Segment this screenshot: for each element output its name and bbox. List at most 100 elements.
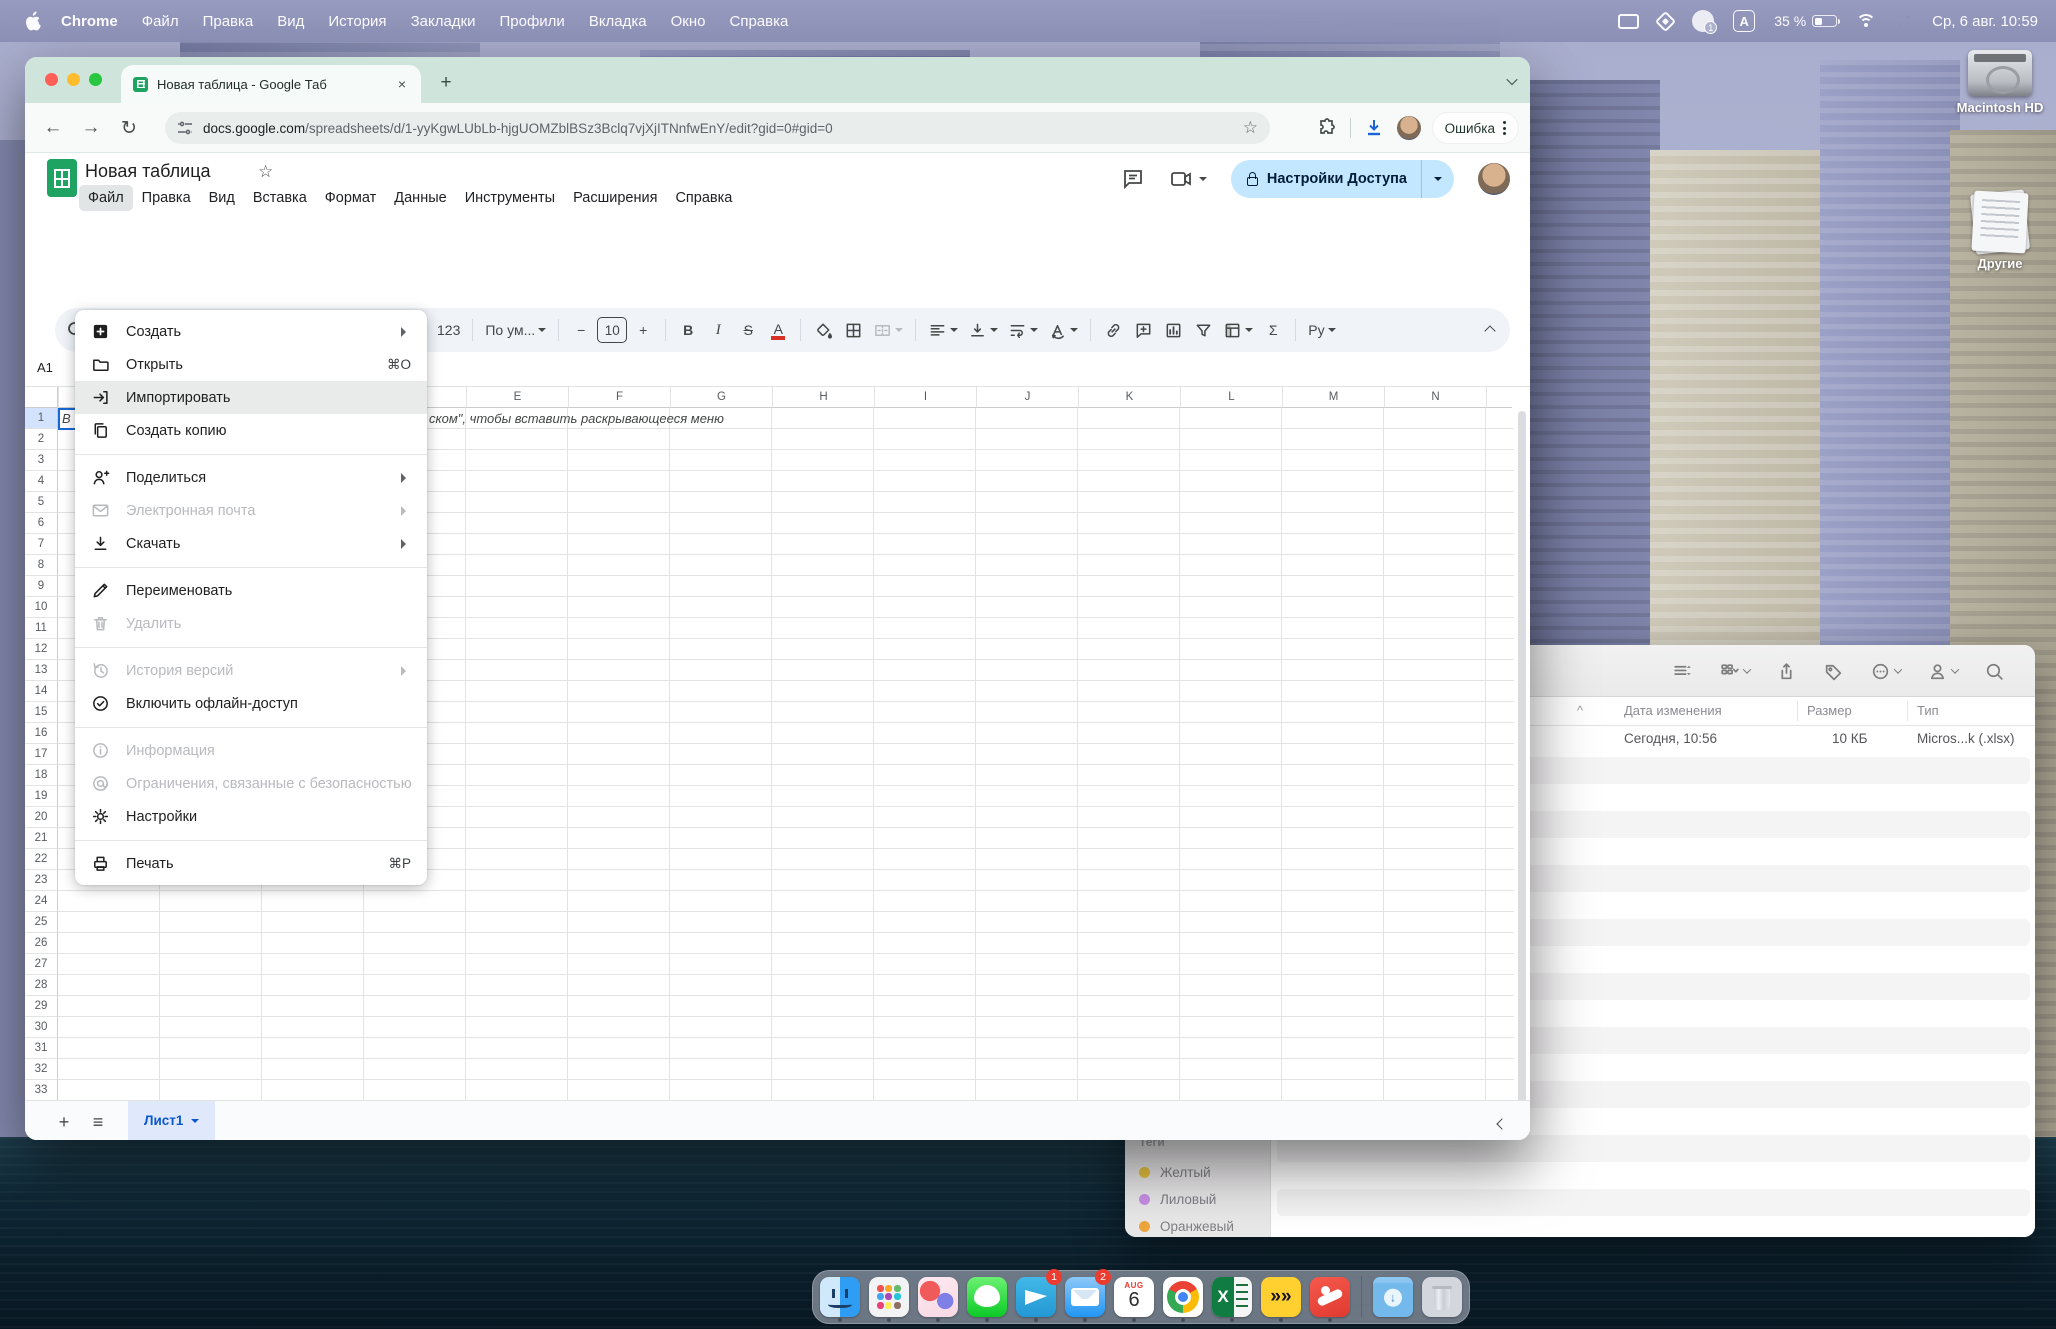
increase-font-size-button[interactable]: + (629, 316, 657, 344)
menubar-app-name[interactable]: Chrome (49, 0, 130, 42)
insert-link-icon[interactable] (1099, 316, 1127, 344)
dock-app-excel[interactable]: X (1211, 1273, 1253, 1321)
extensions-icon[interactable] (1316, 117, 1338, 139)
dock-downloads[interactable]: ↓ (1372, 1273, 1414, 1321)
sheets-logo-icon[interactable] (47, 159, 77, 197)
document-title[interactable]: Новая таблица (85, 161, 211, 182)
format-as-number-button[interactable]: 123 (433, 316, 464, 344)
user-icon[interactable] (1927, 661, 1958, 682)
new-tab-button[interactable]: + (433, 70, 459, 96)
dock-app-calendar[interactable]: AUG6 (1113, 1273, 1155, 1321)
tab-search-icon[interactable] (1508, 72, 1516, 90)
input-source-icon[interactable]: A (1733, 10, 1755, 32)
row-header-4[interactable]: 4 (25, 471, 58, 492)
sheets-menu-вид[interactable]: Вид (200, 185, 244, 211)
row-header-1[interactable]: 1 (25, 408, 58, 429)
menubar-item-закладки[interactable]: Закладки (399, 0, 488, 42)
select-all-corner[interactable] (25, 387, 58, 408)
column-header-E[interactable]: E (466, 387, 568, 408)
share-button[interactable]: Настройки Доступа (1231, 160, 1454, 198)
row-header-7[interactable]: 7 (25, 534, 58, 555)
functions-button[interactable]: Σ (1259, 316, 1287, 344)
reload-button[interactable]: ↻ (115, 114, 143, 142)
row-header-13[interactable]: 13 (25, 660, 58, 681)
menubar-item-окно[interactable]: Окно (659, 0, 718, 42)
horizontal-align-icon[interactable] (924, 316, 962, 344)
sheets-menu-вставка[interactable]: Вставка (244, 185, 316, 211)
merge-cells-icon[interactable] (869, 316, 907, 344)
menubar-item-справка[interactable]: Справка (718, 0, 801, 42)
menubar-item-файл[interactable]: Файл (130, 0, 191, 42)
column-header-N[interactable]: N (1384, 387, 1486, 408)
column-header-H[interactable]: H (772, 387, 874, 408)
dock-app-miro[interactable]: »» (1260, 1273, 1302, 1321)
stage-manager-icon[interactable] (1658, 14, 1673, 29)
screen-recording-icon[interactable]: 1 (1692, 10, 1714, 32)
dock-app-telegram[interactable]: 1 (1015, 1273, 1057, 1321)
row-header-31[interactable]: 31 (25, 1038, 58, 1059)
table-views-icon[interactable] (1219, 316, 1257, 344)
sheet-tab-active[interactable]: Лист1 (128, 1101, 215, 1140)
row-header-17[interactable]: 17 (25, 744, 58, 765)
group-by-icon[interactable] (1719, 661, 1750, 682)
file-menu-item-поделиться[interactable]: Поделиться (75, 461, 427, 494)
sheets-menu-расширения[interactable]: Расширения (564, 185, 666, 211)
font-size-input[interactable]: 10 (597, 317, 627, 343)
row-header-22[interactable]: 22 (25, 849, 58, 870)
browser-tab[interactable]: Новая таблица - Google Таб × (121, 65, 421, 103)
row-header-9[interactable]: 9 (25, 576, 58, 597)
row-header-12[interactable]: 12 (25, 639, 58, 660)
menubar-item-история[interactable]: История (316, 0, 398, 42)
forward-button[interactable]: → (77, 114, 105, 142)
dock-app-red-app[interactable] (1309, 1273, 1351, 1321)
menubar-item-вкладка[interactable]: Вкладка (577, 0, 659, 42)
row-header-24[interactable]: 24 (25, 891, 58, 912)
dock-app-finder[interactable] (819, 1273, 861, 1321)
row-header-18[interactable]: 18 (25, 765, 58, 786)
sheet-tab-menu-icon[interactable] (191, 1119, 199, 1127)
file-menu-item-печать[interactable]: Печать⌘P (75, 847, 427, 880)
row-header-33[interactable]: 33 (25, 1080, 58, 1100)
sheets-menu-справка[interactable]: Справка (666, 185, 741, 211)
row-header-6[interactable]: 6 (25, 513, 58, 534)
text-color-button[interactable]: A (764, 316, 792, 344)
finder-tag-желтый[interactable]: Желтый (1139, 1159, 1259, 1186)
sort-indicator-icon[interactable]: ^ (1577, 703, 1583, 718)
control-center-icon[interactable] (1895, 14, 1913, 28)
row-header-21[interactable]: 21 (25, 828, 58, 849)
all-sheets-button[interactable]: ≡ (85, 1109, 111, 1135)
dock-app-messages[interactable] (966, 1273, 1008, 1321)
column-header-I[interactable]: I (874, 387, 976, 408)
row-header-32[interactable]: 32 (25, 1059, 58, 1080)
column-header-G[interactable]: G (670, 387, 772, 408)
video-call-dropdown-icon[interactable] (1199, 177, 1207, 185)
row-header-29[interactable]: 29 (25, 996, 58, 1017)
name-box[interactable]: A1 (37, 360, 53, 375)
borders-icon[interactable] (839, 316, 867, 344)
browser-profile-avatar[interactable] (1397, 116, 1421, 140)
file-menu-item-настройки[interactable]: Настройки (75, 800, 427, 833)
share-icon[interactable] (1776, 661, 1797, 682)
open-side-panel-icon[interactable] (1498, 1115, 1506, 1133)
finder-column-size[interactable]: Размер (1807, 703, 1852, 718)
row-header-23[interactable]: 23 (25, 870, 58, 891)
dock-app-freeform[interactable] (917, 1273, 959, 1321)
video-call-icon[interactable] (1169, 167, 1193, 191)
sheets-menu-правка[interactable]: Правка (133, 185, 200, 211)
column-header-K[interactable]: K (1078, 387, 1180, 408)
row-header-5[interactable]: 5 (25, 492, 58, 513)
column-header-L[interactable]: L (1180, 387, 1282, 408)
account-avatar[interactable] (1478, 163, 1510, 195)
file-menu-item-создать[interactable]: Создать (75, 315, 427, 348)
menubar-item-вид[interactable]: Вид (265, 0, 316, 42)
finder-tag-лиловый[interactable]: Лиловый (1139, 1186, 1259, 1213)
display-icon[interactable] (1618, 14, 1639, 29)
row-header-20[interactable]: 20 (25, 807, 58, 828)
font-selector[interactable]: По ум... (481, 316, 550, 344)
text-wrap-icon[interactable] (1004, 316, 1042, 344)
fill-color-icon[interactable] (809, 316, 837, 344)
row-header-8[interactable]: 8 (25, 555, 58, 576)
file-menu-item-скачать[interactable]: Скачать (75, 527, 427, 560)
vertical-scrollbar[interactable] (1516, 387, 1528, 1092)
more-options-icon[interactable] (1870, 661, 1901, 682)
